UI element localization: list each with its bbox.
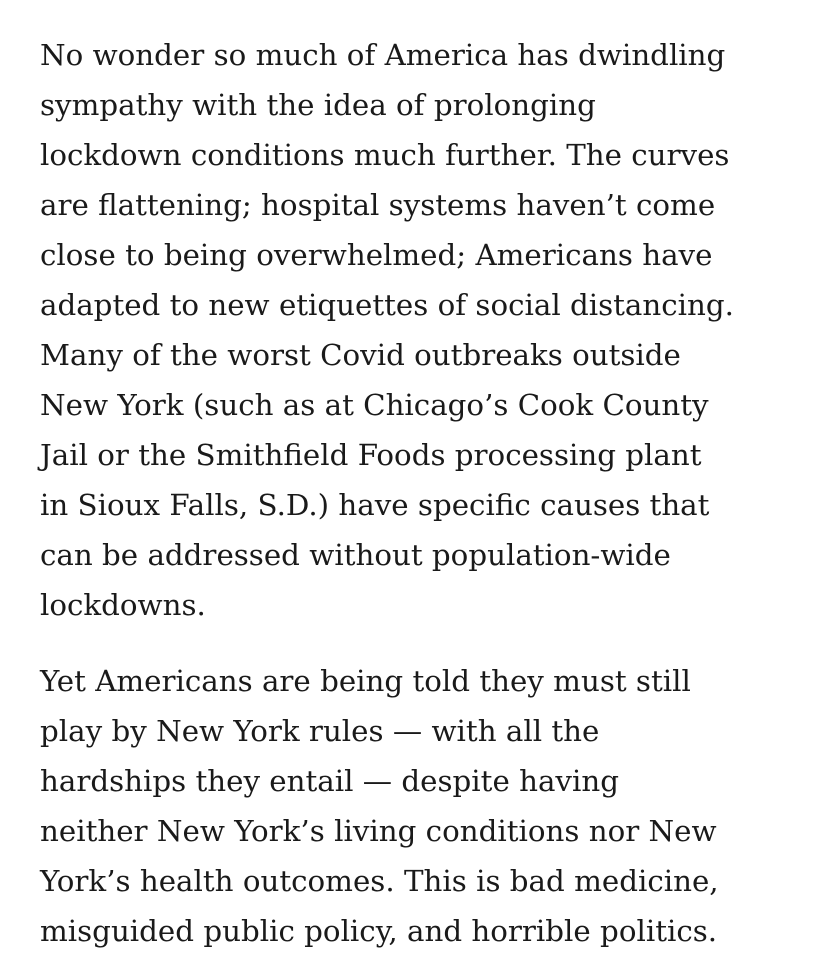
- text-line: lockdowns.: [40, 588, 206, 622]
- text-line: sympathy with the idea of prolonging: [40, 88, 596, 122]
- text-line: adapted to new etiquettes of social dist…: [40, 288, 734, 322]
- text-line: play by New York rules — with all the: [40, 714, 600, 748]
- text-line: in Sioux Falls, S.D.) have specific caus…: [40, 488, 710, 522]
- text-line: lockdown conditions much further. The cu…: [40, 138, 730, 172]
- text-line: can be addressed without population-wide: [40, 538, 671, 572]
- text-line: York’s health outcomes. This is bad medi…: [40, 864, 719, 898]
- text-line: Yet Americans are being told they must s…: [40, 664, 691, 698]
- paragraph-2: Yet Americans are being told they must s…: [40, 656, 820, 956]
- text-line: neither New York’s living conditions nor…: [40, 814, 717, 848]
- text-line: close to being overwhelmed; Americans ha…: [40, 238, 713, 272]
- text-line: hardships they entail — despite having: [40, 764, 619, 798]
- text-line: are flattening; hospital systems haven’t…: [40, 188, 716, 222]
- article-body: No wonder so much of America has dwindli…: [40, 30, 820, 956]
- paragraph-1: No wonder so much of America has dwindli…: [40, 30, 820, 630]
- text-line: misguided public policy, and horrible po…: [40, 914, 718, 948]
- text-line: New York (such as at Chicago’s Cook Coun…: [40, 388, 709, 422]
- text-line: Many of the worst Covid outbreaks outsid…: [40, 338, 681, 372]
- text-line: Jail or the Smithfield Foods processing …: [40, 438, 702, 472]
- text-line: No wonder so much of America has dwindli…: [40, 38, 726, 72]
